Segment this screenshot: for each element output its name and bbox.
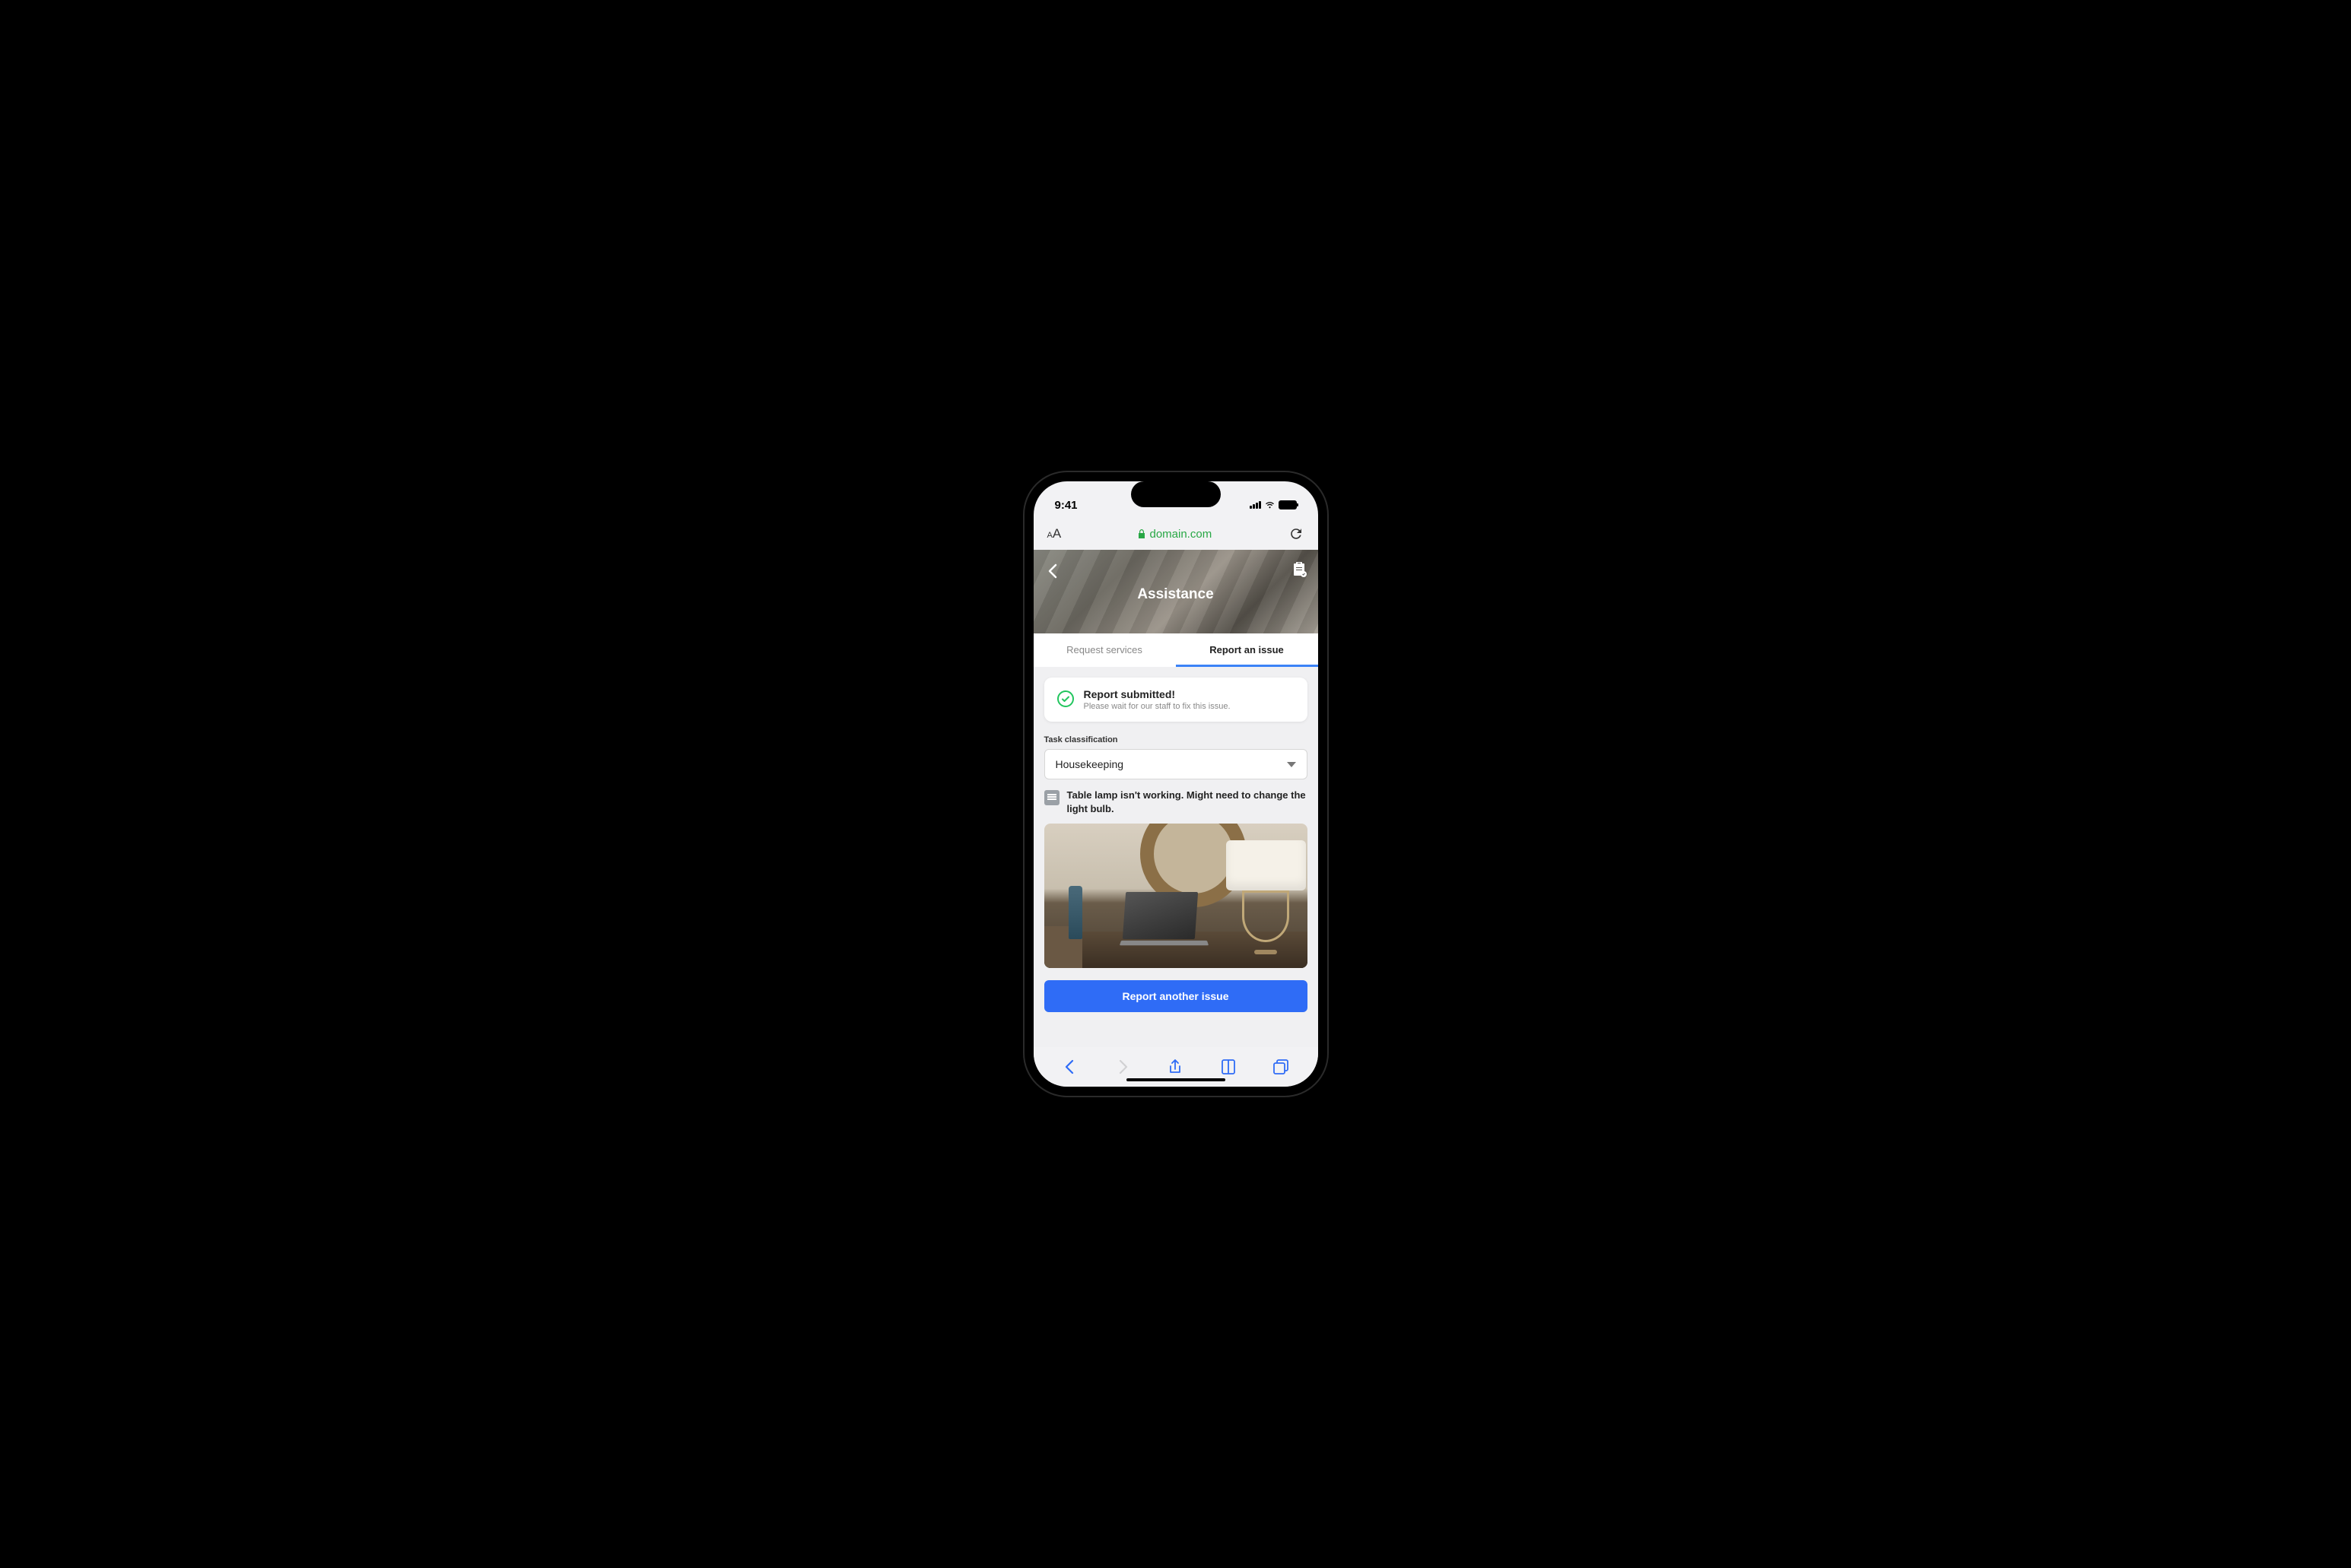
hero-header: Assistance (1034, 550, 1318, 633)
reload-icon[interactable] (1288, 526, 1304, 541)
lock-icon (1138, 529, 1145, 538)
issue-description-row: Table lamp isn't working. Might need to … (1044, 789, 1307, 816)
status-indicators (1250, 500, 1297, 509)
phone-frame: 9:41 AA domain.com (1025, 472, 1327, 1096)
text-size-button[interactable]: AA (1047, 526, 1062, 541)
browser-forward-button[interactable] (1114, 1058, 1132, 1076)
success-title: Report submitted! (1084, 688, 1231, 700)
success-subtitle: Please wait for our staff to fix this is… (1084, 702, 1231, 711)
back-button[interactable] (1044, 562, 1063, 580)
wifi-icon (1264, 500, 1276, 509)
url-display[interactable]: domain.com (1138, 528, 1212, 541)
browser-address-bar: AA domain.com (1034, 518, 1318, 550)
home-indicator[interactable] (1126, 1078, 1225, 1081)
chevron-left-icon (1044, 562, 1063, 580)
signal-icon (1250, 501, 1261, 509)
report-another-button[interactable]: Report another issue (1044, 980, 1307, 1012)
issue-attachment-image[interactable] (1044, 824, 1307, 968)
success-banner: Report submitted! Please wait for our st… (1044, 678, 1307, 722)
classification-label: Task classification (1044, 735, 1307, 744)
battery-icon (1279, 500, 1297, 509)
issue-text: Table lamp isn't working. Might need to … (1067, 789, 1307, 816)
classification-value: Housekeeping (1056, 758, 1124, 770)
classification-select[interactable]: Housekeeping (1044, 749, 1307, 779)
url-text: domain.com (1149, 528, 1212, 541)
app-content: Assistance Request services Report an is… (1034, 550, 1318, 1047)
caret-down-icon (1287, 762, 1296, 767)
content-area: Report submitted! Please wait for our st… (1034, 667, 1318, 1047)
bookmarks-icon[interactable] (1219, 1058, 1237, 1076)
page-title: Assistance (1137, 586, 1213, 603)
phone-screen: 9:41 AA domain.com (1034, 481, 1318, 1087)
dynamic-island (1131, 481, 1221, 507)
tabs-icon[interactable] (1272, 1058, 1290, 1076)
share-icon[interactable] (1166, 1058, 1184, 1076)
tab-request-services[interactable]: Request services (1034, 633, 1176, 667)
browser-back-button[interactable] (1061, 1058, 1079, 1076)
comment-icon (1044, 790, 1060, 805)
clipboard-check-icon[interactable] (1291, 560, 1307, 577)
check-circle-icon (1056, 690, 1075, 708)
tab-report-issue[interactable]: Report an issue (1176, 633, 1318, 667)
status-time: 9:41 (1055, 499, 1078, 512)
tabs-nav: Request services Report an issue (1034, 633, 1318, 667)
